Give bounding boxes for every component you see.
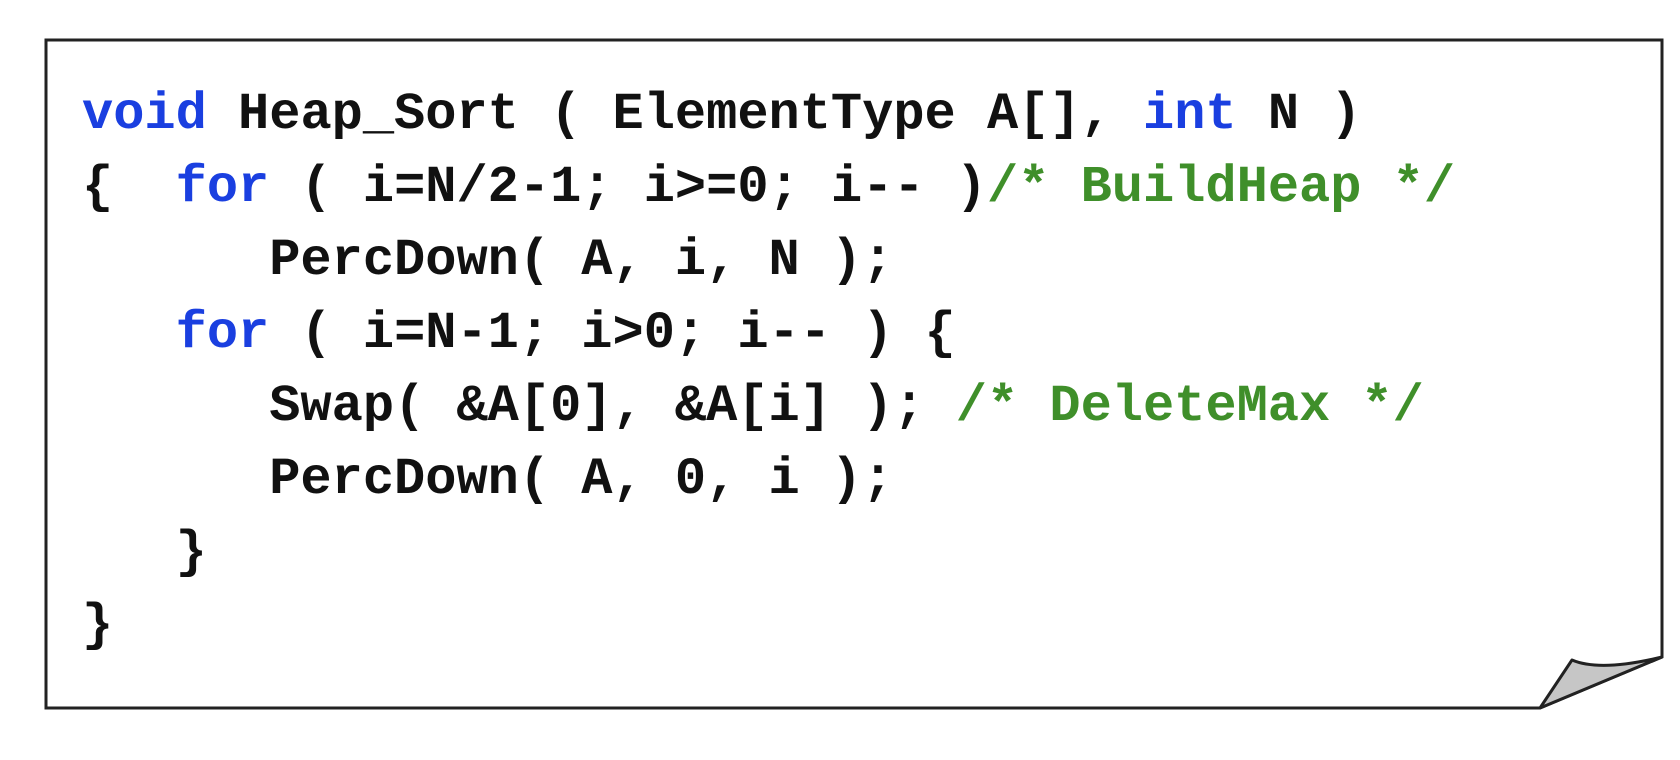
code-keyword: for: [175, 304, 270, 363]
code-comment: /* BuildHeap */: [986, 158, 1456, 217]
code-line: void Heap_Sort ( ElementType A[], int N …: [82, 78, 1455, 151]
code-text: }: [82, 523, 207, 582]
code-keyword: int: [1142, 85, 1237, 144]
code-line: for ( i=N-1; i>0; i-- ) {: [82, 297, 1455, 370]
code-line: PercDown( A, 0, i );: [82, 443, 1455, 516]
code-block: void Heap_Sort ( ElementType A[], int N …: [82, 78, 1455, 662]
code-text: }: [82, 596, 114, 655]
code-keyword: void: [82, 85, 207, 144]
code-comment: /* DeleteMax */: [955, 377, 1424, 436]
code-line: }: [82, 589, 1455, 662]
code-line: Swap( &A[0], &A[i] ); /* DeleteMax */: [82, 370, 1455, 443]
code-line: }: [82, 516, 1455, 589]
code-text: ( i=N/2-1; i>=0; i-- ): [269, 158, 987, 217]
code-text: Swap( &A[0], &A[i] );: [82, 377, 956, 436]
code-line: PercDown( A, i, N );: [82, 224, 1455, 297]
code-note-card: void Heap_Sort ( ElementType A[], int N …: [0, 0, 1680, 760]
code-text: PercDown( A, i, N );: [82, 231, 894, 290]
code-keyword: for: [175, 158, 270, 217]
code-text: PercDown( A, 0, i );: [82, 450, 894, 509]
code-text: Heap_Sort ( ElementType A[],: [206, 85, 1143, 144]
code-text: {: [82, 158, 176, 217]
code-text: N ): [1236, 85, 1362, 144]
code-line: { for ( i=N/2-1; i>=0; i-- )/* BuildHeap…: [82, 151, 1455, 224]
code-text: ( i=N-1; i>0; i-- ) {: [269, 304, 956, 363]
